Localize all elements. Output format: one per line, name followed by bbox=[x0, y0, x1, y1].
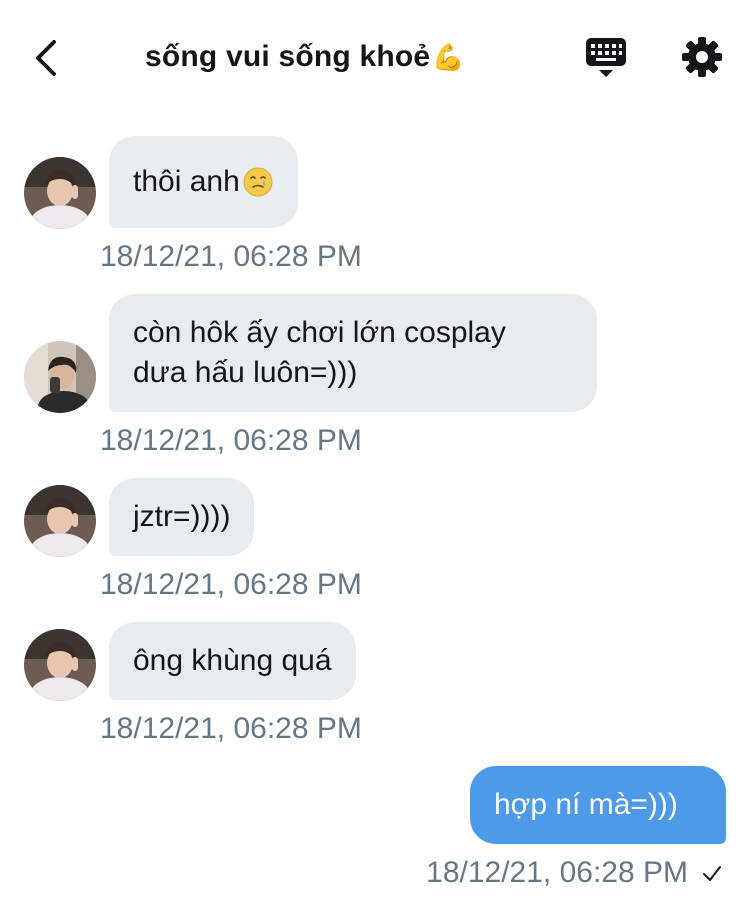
message-text: hợp ní mà=))) bbox=[494, 788, 678, 821]
checkmark-icon bbox=[703, 866, 721, 881]
flexed-biceps-emoji: 💪 bbox=[432, 42, 465, 72]
back-button[interactable] bbox=[28, 36, 68, 80]
settings-button[interactable] bbox=[681, 36, 723, 78]
avatar-user-a-photo bbox=[24, 629, 96, 701]
conversation-header: sống vui sống khoẻ💪 bbox=[0, 0, 750, 115]
gear-icon bbox=[682, 37, 722, 77]
message-text: jztr=)))) bbox=[133, 500, 231, 533]
avatar-user-a-photo bbox=[24, 157, 96, 229]
keyboard-icon bbox=[586, 38, 626, 77]
keyboard-button[interactable] bbox=[584, 36, 628, 80]
incoming-message-bubble[interactable]: ông khùng quá bbox=[109, 622, 356, 700]
conversation-title: sống vui sống khoẻ💪 bbox=[145, 40, 465, 74]
incoming-message-bubble[interactable]: thôi anh bbox=[109, 136, 298, 228]
conversation-title-text: sống vui sống khoẻ bbox=[145, 40, 431, 73]
avatar[interactable] bbox=[24, 629, 96, 701]
message-text-line-2: dưa hấu luôn=))) bbox=[133, 356, 358, 389]
message-timestamp: 18/12/21, 06:28 PM bbox=[100, 712, 362, 745]
avatar[interactable] bbox=[24, 341, 96, 413]
message-timestamp: 18/12/21, 06:28 PM bbox=[100, 568, 362, 601]
incoming-message-bubble[interactable]: jztr=)))) bbox=[109, 478, 255, 556]
message-timestamp: 18/12/21, 06:28 PM bbox=[426, 856, 688, 889]
avatar[interactable] bbox=[24, 485, 96, 557]
avatar-user-a-photo bbox=[24, 485, 96, 557]
avatar-user-b-photo bbox=[24, 341, 96, 413]
message-timestamp: 18/12/21, 06:28 PM bbox=[100, 240, 362, 273]
message-text: thôi anh bbox=[133, 165, 240, 198]
outgoing-message-bubble[interactable]: hợp ní mà=))) bbox=[470, 766, 726, 844]
incoming-message-bubble[interactable]: còn hôk ấy chơi lớn cosplay dưa hấu luôn… bbox=[109, 294, 597, 412]
message-timestamp: 18/12/21, 06:28 PM bbox=[100, 424, 362, 457]
chevron-left-icon bbox=[36, 40, 56, 76]
avatar[interactable] bbox=[24, 157, 96, 229]
smiling-face-with-tear-emoji bbox=[243, 167, 273, 197]
message-text: ông khùng quá bbox=[133, 644, 332, 677]
message-text-line-1: còn hôk ấy chơi lớn cosplay bbox=[133, 316, 506, 349]
